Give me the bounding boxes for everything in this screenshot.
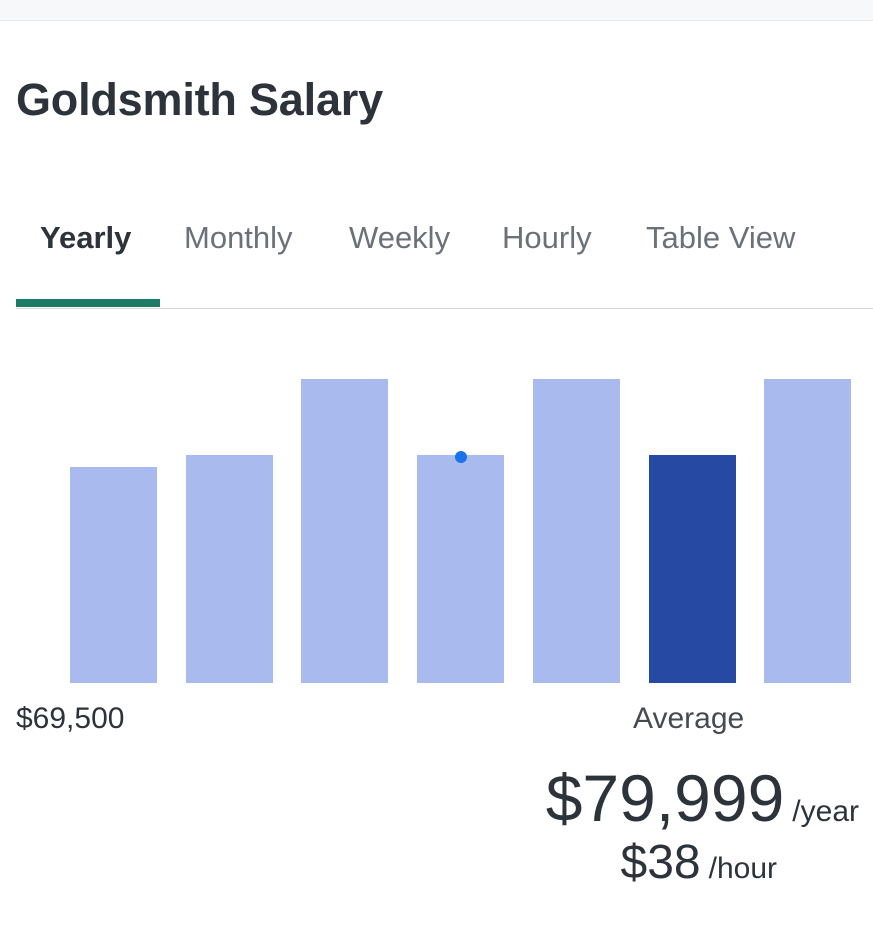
hourly-pay: $38/hour xyxy=(621,835,777,890)
top-bar xyxy=(0,0,873,21)
chart-bar[interactable] xyxy=(764,379,851,683)
tab-weekly[interactable]: Weekly xyxy=(349,220,450,256)
tab-hourly[interactable]: Hourly xyxy=(502,220,592,256)
chart-bar[interactable] xyxy=(70,467,157,683)
chart-bar[interactable] xyxy=(533,379,620,683)
yearly-pay: $79,999/year xyxy=(546,760,859,836)
yearly-pay-amount: $79,999 xyxy=(545,761,785,835)
hourly-pay-amount: $38 xyxy=(620,836,701,889)
pay-period-tabs: Yearly Monthly Weekly Hourly Table View xyxy=(16,214,873,309)
salary-distribution-chart xyxy=(0,360,873,690)
active-tab-indicator xyxy=(16,299,160,307)
chart-bar[interactable] xyxy=(417,455,504,683)
chart-bar[interactable] xyxy=(186,455,273,683)
hourly-pay-unit: /hour xyxy=(708,852,777,885)
tab-table-view[interactable]: Table View xyxy=(646,220,795,256)
tab-monthly[interactable]: Monthly xyxy=(184,220,293,256)
page-title: Goldsmith Salary xyxy=(16,74,383,125)
tab-yearly[interactable]: Yearly xyxy=(40,220,131,256)
min-salary-label: $69,500 xyxy=(16,702,125,735)
average-label: Average xyxy=(633,702,745,735)
chart-marker-dot xyxy=(455,451,467,463)
chart-bar[interactable] xyxy=(301,379,388,683)
chart-bar[interactable] xyxy=(649,455,736,683)
yearly-pay-unit: /year xyxy=(792,795,859,828)
